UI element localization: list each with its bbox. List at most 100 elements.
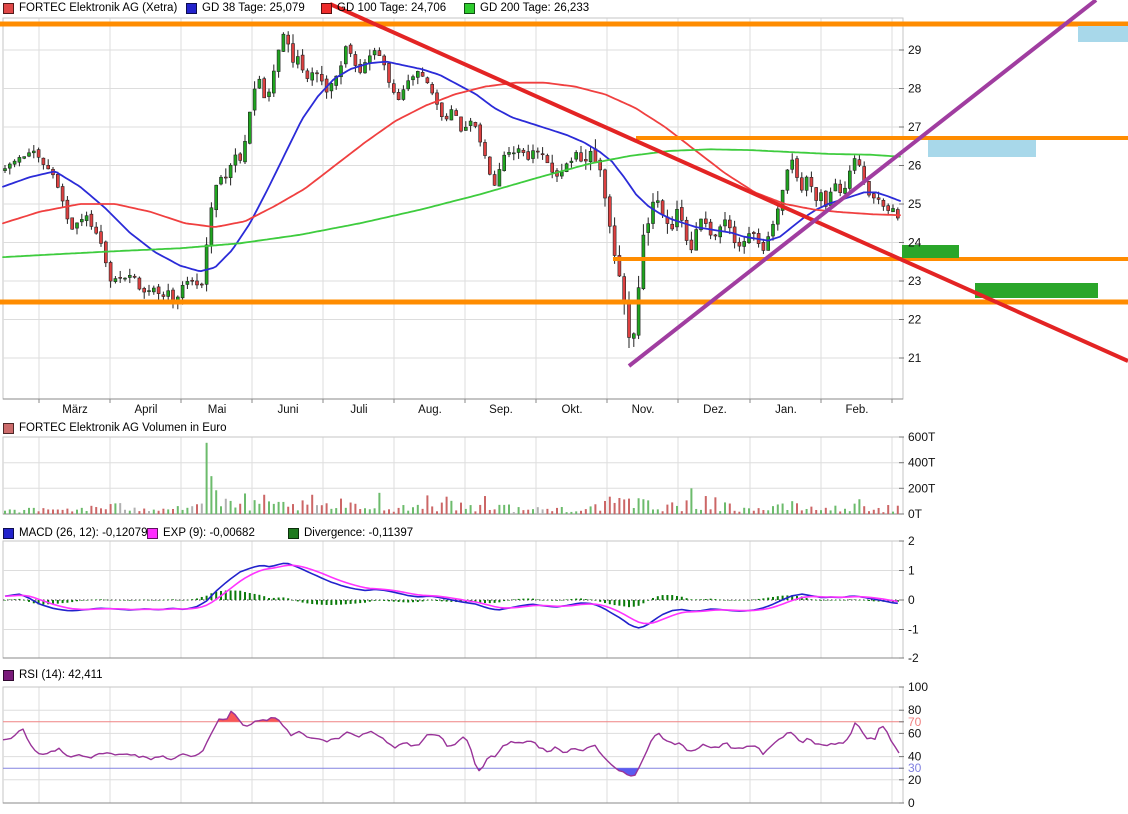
x-axis-label: Feb. <box>845 404 868 416</box>
macd-histogram-bar <box>570 599 572 600</box>
x-axis-label: April <box>134 404 157 416</box>
legend-item-gd38: GD 38 Tage: 25,079 <box>186 2 305 15</box>
macd-histogram-bar <box>153 600 155 601</box>
macd-histogram-bar <box>695 599 697 600</box>
macd-histogram-bar <box>498 600 500 602</box>
macd-histogram-bar <box>676 596 678 600</box>
macd-histogram-bar <box>820 600 822 601</box>
trendlines <box>330 0 1128 366</box>
divergence-series-label: Divergence: -0,11397 <box>304 527 413 540</box>
macd-histogram-bar <box>402 600 404 602</box>
macd-histogram-bar <box>417 600 419 602</box>
macd-histogram-bar <box>580 598 582 600</box>
macd-histogram-bar <box>863 600 865 601</box>
macd-histogram-bar <box>311 600 313 604</box>
macd-histogram-bar <box>431 600 433 601</box>
macd-histogram-bar <box>638 600 640 606</box>
legend-item-macd: MACD (26, 12): -0,12079 <box>3 527 147 540</box>
macd-histogram-bar <box>777 596 779 600</box>
macd-histogram-bar <box>738 600 740 601</box>
y-axis-label: 26 <box>908 159 922 173</box>
macd-histogram-bar <box>254 594 256 600</box>
macd-histogram-bar <box>575 599 577 600</box>
x-axis-label: März <box>62 404 88 416</box>
macd-histogram-bar <box>191 599 193 600</box>
macd-histogram-bar <box>844 600 846 601</box>
macd-histogram-bar <box>825 600 827 601</box>
macd-histogram-bar <box>182 600 184 601</box>
macd-histogram-bar <box>652 598 654 600</box>
macd-histogram-bar <box>306 600 308 603</box>
macd-histogram-bar <box>546 600 548 601</box>
macd-histogram-bar <box>172 599 174 600</box>
macd-histogram-bar <box>292 600 294 601</box>
macd-histogram-bar <box>618 600 620 606</box>
macd-histogram-bar <box>662 595 664 600</box>
macd-histogram-bar <box>316 600 318 604</box>
y-axis-label: 1 <box>908 564 915 578</box>
macd-histogram-bar <box>273 598 275 600</box>
macd-histogram-bar <box>412 600 414 602</box>
macd-histogram-bar <box>705 599 707 600</box>
macd-histogram-bar <box>383 600 385 601</box>
macd-histogram-bar <box>258 595 260 600</box>
macd-histogram-bar <box>393 600 395 602</box>
macd-histogram-bar <box>340 600 342 605</box>
macd-histogram-bar <box>729 600 731 601</box>
rsi-line <box>3 711 899 776</box>
y-axis-label: 400T <box>908 456 936 470</box>
macd-histogram-bar <box>446 600 448 602</box>
macd-pane-series <box>4 563 899 628</box>
macd-histogram-bar <box>354 600 356 604</box>
macd-histogram-bar <box>378 600 380 601</box>
legend-item-gd100: GD 100 Tage: 24,706 <box>321 2 446 15</box>
macd-histogram-bar <box>62 600 64 603</box>
macd-histogram-bar <box>422 600 424 601</box>
macd-histogram-bar <box>239 591 241 600</box>
divergence-series-icon <box>288 528 299 539</box>
macd-histogram-bar <box>57 600 59 604</box>
macd-histogram-bar <box>724 600 726 601</box>
y-axis-label: 0T <box>908 507 923 521</box>
macd-histogram-bar <box>873 600 875 601</box>
macd-histogram-bar <box>436 600 438 601</box>
macd-histogram-bar <box>143 600 145 601</box>
legend-item-divergence: Divergence: -0,11397 <box>288 527 413 540</box>
macd-histogram-bar <box>508 600 510 601</box>
macd-histogram-bar <box>105 600 107 601</box>
macd-histogram-bar <box>566 599 568 600</box>
macd-series-icon <box>3 528 14 539</box>
gd38-icon <box>186 3 197 14</box>
volume-series-label: FORTEC Elektronik AG Volumen in Euro <box>19 422 227 435</box>
x-axis-label: Juli <box>350 404 367 416</box>
x-axis-label: Nov. <box>632 404 655 416</box>
macd-histogram-bar <box>806 598 808 600</box>
x-axis-label: Sep. <box>489 404 513 416</box>
legend-item-rsi: RSI (14): 42,411 <box>3 669 103 682</box>
stock-chart-page: 292827262524232221600T400T200T0T210-1-21… <box>0 0 1128 814</box>
macd-histogram-bar <box>335 600 337 605</box>
volume-bars <box>4 443 899 514</box>
macd-histogram-bar <box>839 600 841 601</box>
macd-histogram-bar <box>148 600 150 601</box>
macd-histogram-bar <box>556 600 558 601</box>
macd-histogram-bar <box>330 600 332 605</box>
macd-histogram-bar <box>734 600 736 601</box>
y-axis-label: 23 <box>908 274 922 288</box>
macd-histogram-bar <box>748 600 750 601</box>
macd-histogram-bar <box>590 600 592 601</box>
price-series-label: FORTEC Elektronik AG (Xetra) <box>19 2 177 15</box>
macd-histogram-bar <box>700 599 702 600</box>
macd-histogram-bar <box>743 600 745 601</box>
legend-item-price-series: FORTEC Elektronik AG (Xetra) <box>3 2 177 15</box>
macd-histogram-bar <box>14 599 16 600</box>
macd-histogram-bar <box>815 600 817 601</box>
macd-histogram-bar <box>628 600 630 607</box>
macd-histogram-bar <box>585 599 587 600</box>
y-axis-label: 24 <box>908 236 922 250</box>
macd-histogram-bar <box>167 600 169 601</box>
macd-histogram-bar <box>28 600 30 602</box>
macd-histogram-bar <box>614 600 616 605</box>
legend-item-exp: EXP (9): -0,00682 <box>147 527 255 540</box>
macd-histogram-bar <box>810 599 812 600</box>
